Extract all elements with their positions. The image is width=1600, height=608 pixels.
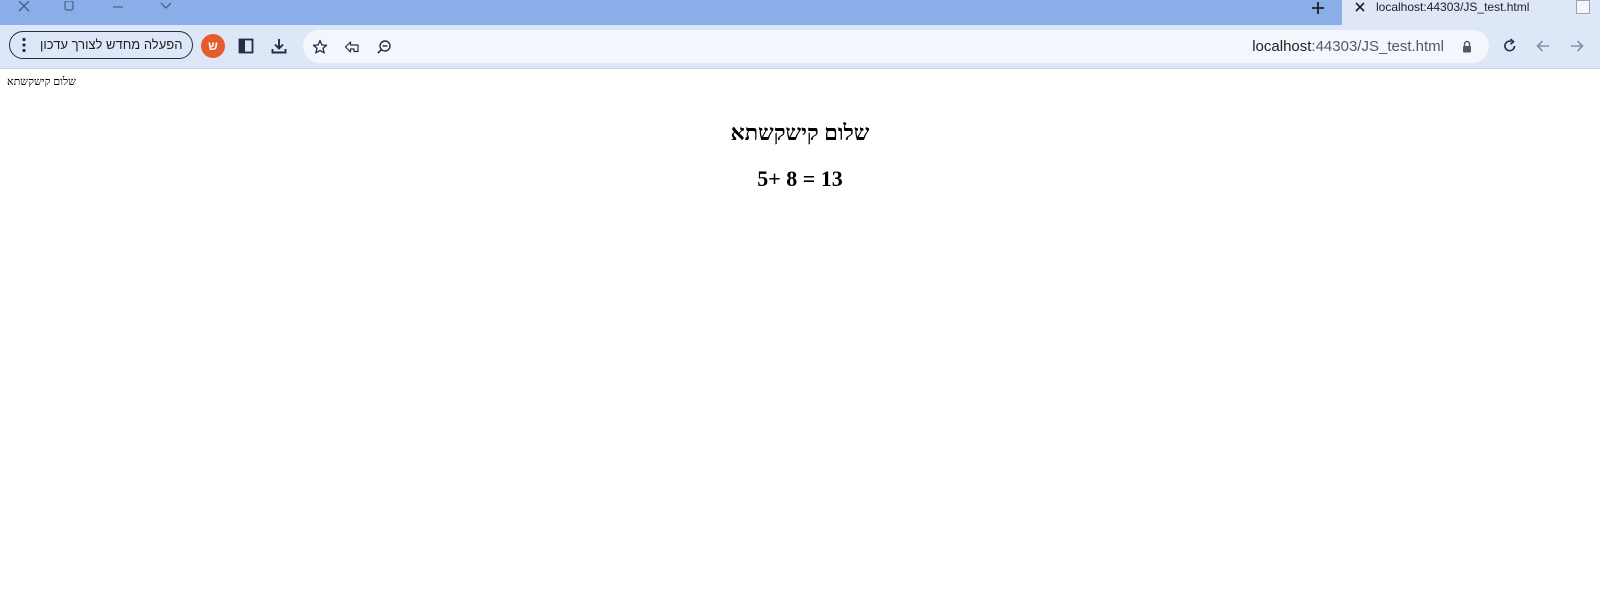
url-text[interactable]: localhost:44303/JS_test.html <box>1252 37 1444 56</box>
zoom-icon <box>377 40 391 54</box>
restore-icon <box>64 1 74 11</box>
close-icon <box>1355 2 1365 12</box>
lock-icon <box>1463 40 1471 53</box>
page-favicon <box>1576 0 1590 14</box>
minimize-icon <box>113 6 123 8</box>
window-restore-button[interactable] <box>55 0 83 14</box>
window-close-button[interactable] <box>10 0 38 14</box>
site-info-button[interactable] <box>1453 33 1481 61</box>
star-icon <box>312 39 328 54</box>
browser-toolbar: הפעלה מחדש לצורך עדכון ש localhost:44303… <box>0 25 1600 69</box>
kebab-menu-icon[interactable] <box>18 36 30 54</box>
relaunch-label: הפעלה מחדש לצורך עדכון <box>40 37 183 52</box>
window-minimize-button[interactable] <box>104 0 132 14</box>
new-tab-button[interactable] <box>1306 0 1330 16</box>
tab-title: localhost:44303/JS_test.html <box>1376 0 1530 14</box>
browser-tab-active[interactable]: localhost:44303/JS_test.html <box>1342 0 1600 25</box>
side-panel-icon <box>238 38 254 54</box>
forward-arrow-icon <box>1571 40 1584 52</box>
address-bar[interactable]: localhost:44303/JS_test.html <box>303 30 1489 63</box>
close-icon <box>18 1 30 12</box>
page-content: שלום קישקשתא שלום קישקשתא 5+ 8 = 13 <box>0 69 1600 608</box>
share-button[interactable] <box>338 33 366 61</box>
chevron-down-icon <box>160 2 172 9</box>
reload-icon <box>1504 38 1516 52</box>
plus-icon <box>1312 2 1324 14</box>
profile-avatar[interactable]: ש <box>201 34 225 58</box>
share-icon <box>344 41 359 53</box>
reload-button[interactable] <box>1496 32 1524 60</box>
tab-close-button[interactable] <box>1352 0 1368 14</box>
greeting-text: שלום קישקשתא <box>7 76 76 88</box>
relaunch-to-update-button[interactable]: הפעלה מחדש לצורך עדכון <box>9 31 193 59</box>
bookmark-button[interactable] <box>306 33 334 61</box>
greeting-heading: שלום קישקשתא <box>730 120 870 145</box>
downloads-button[interactable] <box>265 32 293 60</box>
tab-search-button[interactable] <box>152 0 180 14</box>
sum-heading: 5+ 8 = 13 <box>757 166 843 191</box>
browser-titlebar: localhost:44303/JS_test.html <box>0 0 1600 25</box>
back-button[interactable] <box>1529 32 1557 60</box>
side-panel-button[interactable] <box>232 32 260 60</box>
back-arrow-icon <box>1536 40 1549 52</box>
url-host: localhost <box>1252 38 1312 55</box>
forward-button[interactable] <box>1563 32 1591 60</box>
zoom-button[interactable] <box>370 33 398 61</box>
download-icon <box>271 39 287 54</box>
url-path: :44303/JS_test.html <box>1311 38 1444 55</box>
